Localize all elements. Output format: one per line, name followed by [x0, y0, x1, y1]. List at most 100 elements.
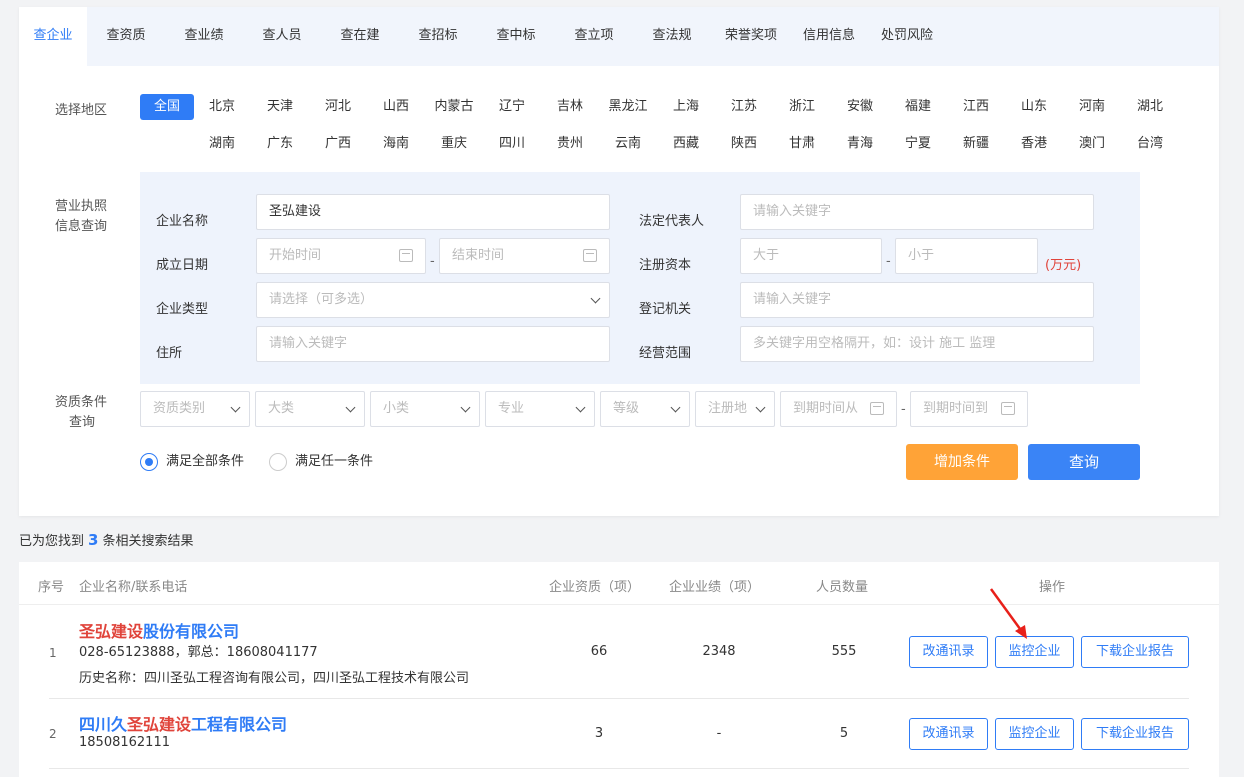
chevron-down-icon [460, 402, 471, 413]
region-item[interactable]: 新疆 [951, 131, 1001, 157]
company-name-input[interactable]: 圣弘建设 [256, 194, 610, 230]
region-item[interactable]: 河南 [1067, 94, 1117, 120]
add-condition-button[interactable]: 增加条件 [906, 444, 1018, 480]
edit-contact-button[interactable]: 改通讯录 [909, 718, 988, 750]
capital-max-input[interactable]: 小于 [895, 238, 1038, 274]
category-tabs: 查企业 查资质 查业绩 查人员 查在建 查招标 查中标 查立项 查法规 荣誉奖项… [19, 7, 1219, 66]
capital-unit: (万元) [1045, 258, 1082, 273]
region-item[interactable]: 宁夏 [893, 131, 943, 157]
download-report-button[interactable]: 下载企业报告 [1081, 636, 1189, 668]
qual-region-select[interactable]: 注册地 [695, 391, 775, 427]
calendar-icon [399, 249, 413, 262]
chevron-down-icon [755, 402, 766, 413]
tab-tender[interactable]: 查招标 [403, 7, 473, 66]
region-item[interactable]: 贵州 [545, 131, 595, 157]
qual-category-select[interactable]: 资质类别 [140, 391, 250, 427]
tab-project-approval[interactable]: 查立项 [559, 7, 629, 66]
qual-specialty-select[interactable]: 专业 [485, 391, 595, 427]
search-button[interactable]: 查询 [1028, 444, 1140, 480]
calendar-icon [870, 402, 884, 415]
region-item[interactable]: 江苏 [719, 94, 769, 120]
tab-credit[interactable]: 信用信息 [793, 7, 865, 66]
capital-min-input[interactable]: 大于 [740, 238, 882, 274]
row-seq: 1 [49, 646, 57, 660]
tab-honors[interactable]: 荣誉奖项 [715, 7, 787, 66]
tab-under-construction[interactable]: 查在建 [325, 7, 395, 66]
region-item[interactable]: 陕西 [719, 131, 769, 157]
expiry-dash: - [901, 402, 906, 417]
region-item[interactable]: 青海 [835, 131, 885, 157]
perf-count: - [716, 726, 722, 741]
scope-input[interactable]: 多关键字用空格隔开，如：设计 施工 监理 [740, 326, 1094, 362]
region-item[interactable]: 西藏 [661, 131, 711, 157]
region-item[interactable]: 广西 [313, 131, 363, 157]
region-item[interactable]: 山西 [371, 94, 421, 120]
results-table: 序号 企业名称/联系电话 企业资质（项） 企业业绩（项） 人员数量 操作 1 圣… [19, 562, 1219, 777]
capital-dash: - [886, 254, 891, 269]
region-item[interactable]: 山东 [1009, 94, 1059, 120]
header-qual: 企业资质（项） [549, 580, 641, 595]
authority-input[interactable]: 请输入关键字 [740, 282, 1094, 318]
region-item[interactable]: 安徽 [835, 94, 885, 120]
expiry-from-input[interactable]: 到期时间从 [780, 391, 897, 427]
staff-count: 555 [831, 644, 857, 659]
license-query-label: 营业执照 信息查询 [55, 199, 108, 234]
region-item[interactable]: 北京 [197, 94, 247, 120]
tab-company[interactable]: 查企业 [19, 7, 87, 66]
region-item[interactable]: 浙江 [777, 94, 827, 120]
qual-minor-select[interactable]: 小类 [370, 391, 480, 427]
qual-major-select[interactable]: 大类 [255, 391, 365, 427]
region-all[interactable]: 全国 [140, 94, 194, 120]
region-label: 选择地区 [55, 103, 108, 118]
qual-grade-select[interactable]: 等级 [600, 391, 690, 427]
region-item[interactable]: 黑龙江 [603, 94, 653, 120]
date-end-input[interactable]: 结束时间 [439, 238, 610, 274]
company-name-link[interactable]: 四川久圣弘建设工程有限公司 [79, 711, 287, 735]
tab-winning-bid[interactable]: 查中标 [481, 7, 551, 66]
expiry-to-input[interactable]: 到期时间到 [910, 391, 1028, 427]
header-seq: 序号 [38, 580, 65, 595]
region-item[interactable]: 湖南 [197, 131, 247, 157]
region-item[interactable]: 辽宁 [487, 94, 537, 120]
region-item[interactable]: 重庆 [429, 131, 479, 157]
company-name-link[interactable]: 圣弘建设股份有限公司 [79, 618, 239, 642]
tab-performance[interactable]: 查业绩 [169, 7, 239, 66]
match-any-radio[interactable]: 满足任一条件 [269, 453, 373, 471]
date-start-input[interactable]: 开始时间 [256, 238, 426, 274]
region-item[interactable]: 内蒙古 [429, 94, 479, 120]
tab-qualification[interactable]: 查资质 [91, 7, 161, 66]
region-item[interactable]: 上海 [661, 94, 711, 120]
download-report-button[interactable]: 下载企业报告 [1081, 718, 1189, 750]
region-item[interactable]: 江西 [951, 94, 1001, 120]
region-item[interactable]: 天津 [255, 94, 305, 120]
region-item[interactable]: 吉林 [545, 94, 595, 120]
region-item[interactable]: 云南 [603, 131, 653, 157]
region-item[interactable]: 甘肃 [777, 131, 827, 157]
staff-count: 5 [839, 726, 849, 741]
legal-rep-input[interactable]: 请输入关键字 [740, 194, 1094, 230]
region-item[interactable]: 四川 [487, 131, 537, 157]
tab-regulations[interactable]: 查法规 [637, 7, 707, 66]
region-item[interactable]: 台湾 [1125, 131, 1175, 157]
tab-personnel[interactable]: 查人员 [247, 7, 317, 66]
row-divider [49, 698, 1189, 699]
match-all-radio[interactable]: 满足全部条件 [140, 453, 244, 471]
header-name: 企业名称/联系电话 [79, 580, 188, 595]
header-staff: 人员数量 [816, 580, 869, 595]
address-input[interactable]: 请输入关键字 [256, 326, 610, 362]
region-item[interactable]: 湖北 [1125, 94, 1175, 120]
tab-penalty-risk[interactable]: 处罚风险 [871, 7, 943, 66]
region-item[interactable]: 海南 [371, 131, 421, 157]
region-item[interactable]: 澳门 [1067, 131, 1117, 157]
region-item[interactable]: 广东 [255, 131, 305, 157]
calendar-icon [1001, 402, 1015, 415]
search-panel: 查企业 查资质 查业绩 查人员 查在建 查招标 查中标 查立项 查法规 荣誉奖项… [19, 7, 1219, 516]
region-item[interactable]: 福建 [893, 94, 943, 120]
region-item[interactable]: 香港 [1009, 131, 1059, 157]
region-item[interactable]: 河北 [313, 94, 363, 120]
monitor-company-button[interactable]: 监控企业 [995, 718, 1074, 750]
edit-contact-button[interactable]: 改通讯录 [909, 636, 988, 668]
result-count: 3 [88, 531, 99, 549]
company-type-select[interactable]: 请选择（可多选） [256, 282, 610, 318]
calendar-icon [583, 249, 597, 262]
